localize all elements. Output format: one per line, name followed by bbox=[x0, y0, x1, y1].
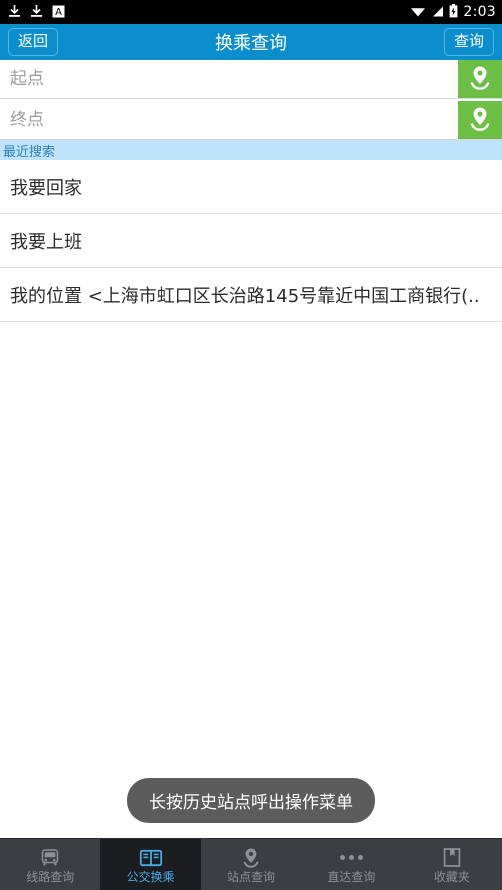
title-bar: 返回 换乘查询 查询 bbox=[0, 24, 502, 60]
wifi-icon bbox=[410, 3, 426, 22]
end-locate-button[interactable] bbox=[458, 101, 502, 139]
nav-label: 收藏夹 bbox=[433, 869, 470, 884]
app-root: A 2:03 返回 换乘查询 查询 起点 终点 最近搜索 我要回家 我要上班 我… bbox=[0, 0, 502, 890]
recent-searches-header: 最近搜索 bbox=[0, 140, 502, 160]
map-pin-icon bbox=[468, 105, 492, 136]
end-input[interactable] bbox=[0, 101, 458, 139]
recent-searches-list: 我要回家 我要上班 我的位置 <上海市虹口区长治路145号靠近中国工商银行(.. bbox=[0, 160, 502, 322]
open-book-icon bbox=[139, 847, 163, 869]
bottom-navigation: 线路查询 公交换乘 站点查询 直达查询 收藏夹 bbox=[0, 838, 502, 890]
map-pin-icon bbox=[241, 847, 261, 869]
app-badge-icon: A bbox=[52, 3, 65, 22]
nav-label: 站点查询 bbox=[227, 869, 276, 884]
page-title: 换乘查询 bbox=[215, 33, 287, 54]
svg-text:A: A bbox=[55, 7, 62, 18]
list-item[interactable]: 我要回家 bbox=[0, 160, 502, 214]
nav-label: 公交换乘 bbox=[126, 869, 175, 884]
map-pin-icon bbox=[468, 64, 492, 95]
status-bar: A 2:03 bbox=[0, 0, 502, 24]
nav-item-direct-search[interactable]: 直达查询 bbox=[301, 839, 401, 890]
status-bar-clock: 2:03 bbox=[463, 4, 496, 20]
bookmark-box-icon bbox=[442, 847, 462, 869]
download-icon bbox=[8, 3, 21, 22]
end-field-row bbox=[0, 101, 502, 140]
content-filler bbox=[0, 322, 502, 838]
nav-item-favorites[interactable]: 收藏夹 bbox=[402, 839, 502, 890]
list-item[interactable]: 我的位置 <上海市虹口区长治路145号靠近中国工商银行(.. bbox=[0, 268, 502, 322]
nav-item-station-search[interactable]: 站点查询 bbox=[201, 839, 301, 890]
status-bar-left-icons: A bbox=[8, 3, 65, 22]
download-icon bbox=[30, 3, 43, 22]
start-input[interactable] bbox=[0, 60, 458, 98]
back-button[interactable]: 返回 bbox=[8, 28, 59, 56]
search-button[interactable]: 查询 bbox=[443, 28, 494, 56]
cellular-signal-icon bbox=[431, 3, 444, 22]
list-item[interactable]: 我要上班 bbox=[0, 214, 502, 268]
nav-label: 线路查询 bbox=[26, 869, 75, 884]
battery-charging-icon bbox=[449, 3, 458, 22]
nav-label: 直达查询 bbox=[327, 869, 376, 884]
three-dots-icon bbox=[339, 847, 363, 869]
status-bar-right-icons: 2:03 bbox=[410, 3, 496, 22]
nav-item-transfer-search[interactable]: 公交换乘 bbox=[100, 839, 201, 890]
start-locate-button[interactable] bbox=[458, 60, 502, 98]
nav-item-route-search[interactable]: 线路查询 bbox=[0, 839, 100, 890]
bus-icon bbox=[39, 847, 61, 869]
start-field-row bbox=[0, 60, 502, 99]
